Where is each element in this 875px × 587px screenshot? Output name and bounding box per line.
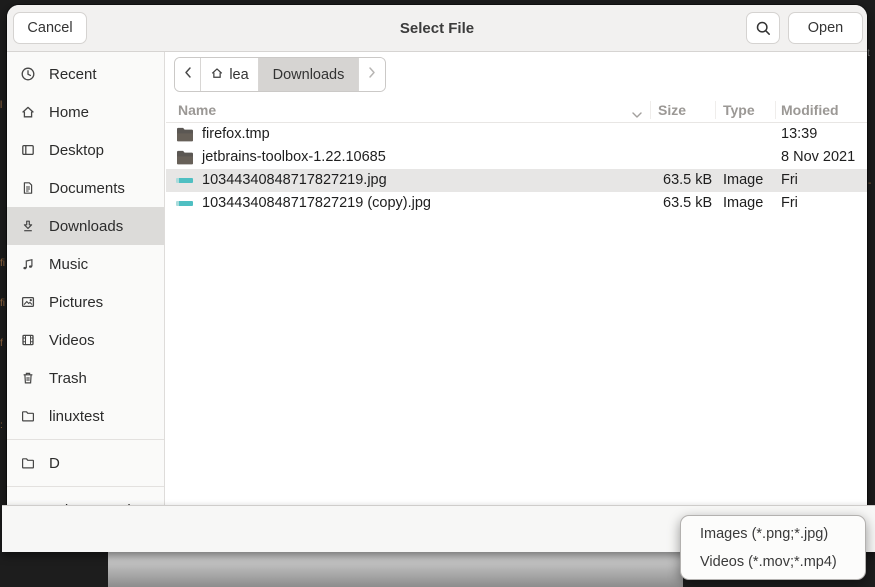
sidebar-item-label: Trash — [49, 370, 87, 387]
sidebar-item-label: D — [49, 455, 60, 472]
sidebar-item-downloads[interactable]: Downloads — [7, 207, 164, 245]
file-chooser-dialog: Select File Cancel Open Recent Home Desk… — [7, 5, 867, 507]
sidebar-item-label: linuxtest — [49, 408, 104, 425]
filter-option-videos[interactable]: Videos (*.mov;*.mp4) — [681, 548, 865, 576]
file-name: jetbrains-toolbox-1.22.10685 — [202, 146, 386, 169]
file-modified: 13:39 — [781, 123, 817, 146]
image-thumbnail-icon — [176, 178, 193, 183]
sidebar-separator — [7, 435, 164, 444]
column-separator — [650, 101, 651, 119]
trash-icon — [20, 370, 36, 386]
sidebar-item-label: Music — [49, 256, 88, 273]
file-name: firefox.tmp — [202, 123, 270, 146]
background-text-fragment: fi — [0, 298, 5, 309]
sidebar-item-label: Downloads — [49, 218, 123, 235]
document-icon — [20, 180, 36, 196]
home-icon — [210, 66, 224, 84]
background-text-fragment: f — [0, 338, 3, 349]
file-type: Image — [723, 169, 763, 192]
file-filter-menu: Images (*.png;*.jpg) Videos (*.mov;*.mp4… — [680, 515, 866, 580]
table-row[interactable]: 10344340848717827219 (copy).jpg 63.5 kB … — [166, 192, 867, 215]
clock-icon — [20, 66, 36, 82]
sidebar-item-label: Videos — [49, 332, 95, 349]
background-text-fragment: fi — [0, 258, 5, 269]
sidebar-separator — [7, 482, 164, 491]
table-row[interactable]: 10344340848717827219.jpg 63.5 kB Image F… — [166, 169, 867, 192]
background-text-fragment: l — [0, 100, 2, 111]
sidebar-item-label: Home — [49, 104, 89, 121]
file-size: 63.5 kB — [663, 169, 712, 192]
background-text-fragment: t — [867, 48, 870, 59]
sidebar-item-desktop[interactable]: Desktop — [7, 131, 164, 169]
table-row[interactable]: jetbrains-toolbox-1.22.10685 8 Nov 2021 — [166, 146, 867, 169]
sidebar-item-label: Desktop — [49, 142, 104, 159]
file-size: 63.5 kB — [663, 192, 712, 215]
sidebar-item-pictures[interactable]: Pictures — [7, 283, 164, 321]
sidebar-item-videos[interactable]: Videos — [7, 321, 164, 359]
breadcrumb-home-label: lea — [229, 67, 248, 83]
music-note-icon — [20, 256, 36, 272]
film-icon — [20, 332, 36, 348]
sidebar-item-home[interactable]: Home — [7, 93, 164, 131]
sidebar-item-documents[interactable]: Documents — [7, 169, 164, 207]
file-modified: Fri — [781, 169, 798, 192]
sidebar-item-label: Documents — [49, 180, 125, 197]
column-header-type[interactable]: Type — [723, 97, 755, 123]
background-text-fragment: - — [868, 178, 871, 189]
file-name: 10344340848717827219.jpg — [202, 169, 387, 192]
folder-icon — [20, 408, 36, 424]
home-icon — [20, 104, 36, 120]
picture-icon — [20, 294, 36, 310]
folder-icon — [20, 455, 36, 471]
column-header-name[interactable]: Name — [178, 97, 216, 123]
breadcrumb: lea Downloads — [174, 57, 386, 92]
sort-chevron-down-icon — [631, 106, 643, 124]
sidebar-item-label: Recent — [49, 66, 97, 83]
open-button[interactable]: Open — [788, 12, 863, 44]
sidebar-item-label: Pictures — [49, 294, 103, 311]
sidebar-item-music[interactable]: Music — [7, 245, 164, 283]
sidebar-item-linuxtest[interactable]: linuxtest — [7, 397, 164, 435]
file-list: firefox.tmp 13:39 jetbrains-toolbox-1.22… — [166, 123, 867, 215]
breadcrumb-current-segment[interactable]: Downloads — [259, 58, 359, 91]
cancel-button[interactable]: Cancel — [13, 12, 87, 44]
column-separator — [775, 101, 776, 119]
column-header-modified[interactable]: Modified — [781, 97, 839, 123]
back-button[interactable] — [175, 58, 201, 91]
background-text-fragment: : — [0, 420, 3, 431]
breadcrumb-home-segment[interactable]: lea — [201, 58, 259, 91]
forward-button[interactable] — [359, 58, 385, 91]
search-icon — [755, 25, 772, 41]
column-header-size[interactable]: Size — [658, 97, 686, 123]
list-column-header: Name Size Type Modified — [166, 97, 867, 123]
chevron-right-icon — [366, 66, 378, 83]
folder-icon — [176, 127, 194, 142]
header-bar: Select File Cancel Open — [7, 5, 867, 52]
file-type: Image — [723, 192, 763, 215]
desktop-background — [108, 552, 683, 587]
sidebar-item-recent[interactable]: Recent — [7, 55, 164, 93]
filter-option-images[interactable]: Images (*.png;*.jpg) — [681, 520, 865, 548]
places-sidebar: Recent Home Desktop Documents Downloads … — [7, 52, 165, 507]
file-name: 10344340848717827219 (copy).jpg — [202, 192, 431, 215]
download-icon — [20, 218, 36, 234]
sidebar-item-trash[interactable]: Trash — [7, 359, 164, 397]
sidebar-item-d[interactable]: D — [7, 444, 164, 482]
search-button[interactable] — [746, 12, 780, 44]
image-thumbnail-icon — [176, 201, 193, 206]
folder-icon — [176, 150, 194, 165]
breadcrumb-current-label: Downloads — [273, 67, 345, 83]
table-row[interactable]: firefox.tmp 13:39 — [166, 123, 867, 146]
page-title: Select File — [7, 5, 867, 52]
file-modified: 8 Nov 2021 — [781, 146, 855, 169]
desktop-icon — [20, 142, 36, 158]
chevron-left-icon — [182, 66, 194, 83]
column-separator — [715, 101, 716, 119]
file-modified: Fri — [781, 192, 798, 215]
file-browser-pane: lea Downloads Name Size Type Modified f — [166, 52, 867, 507]
